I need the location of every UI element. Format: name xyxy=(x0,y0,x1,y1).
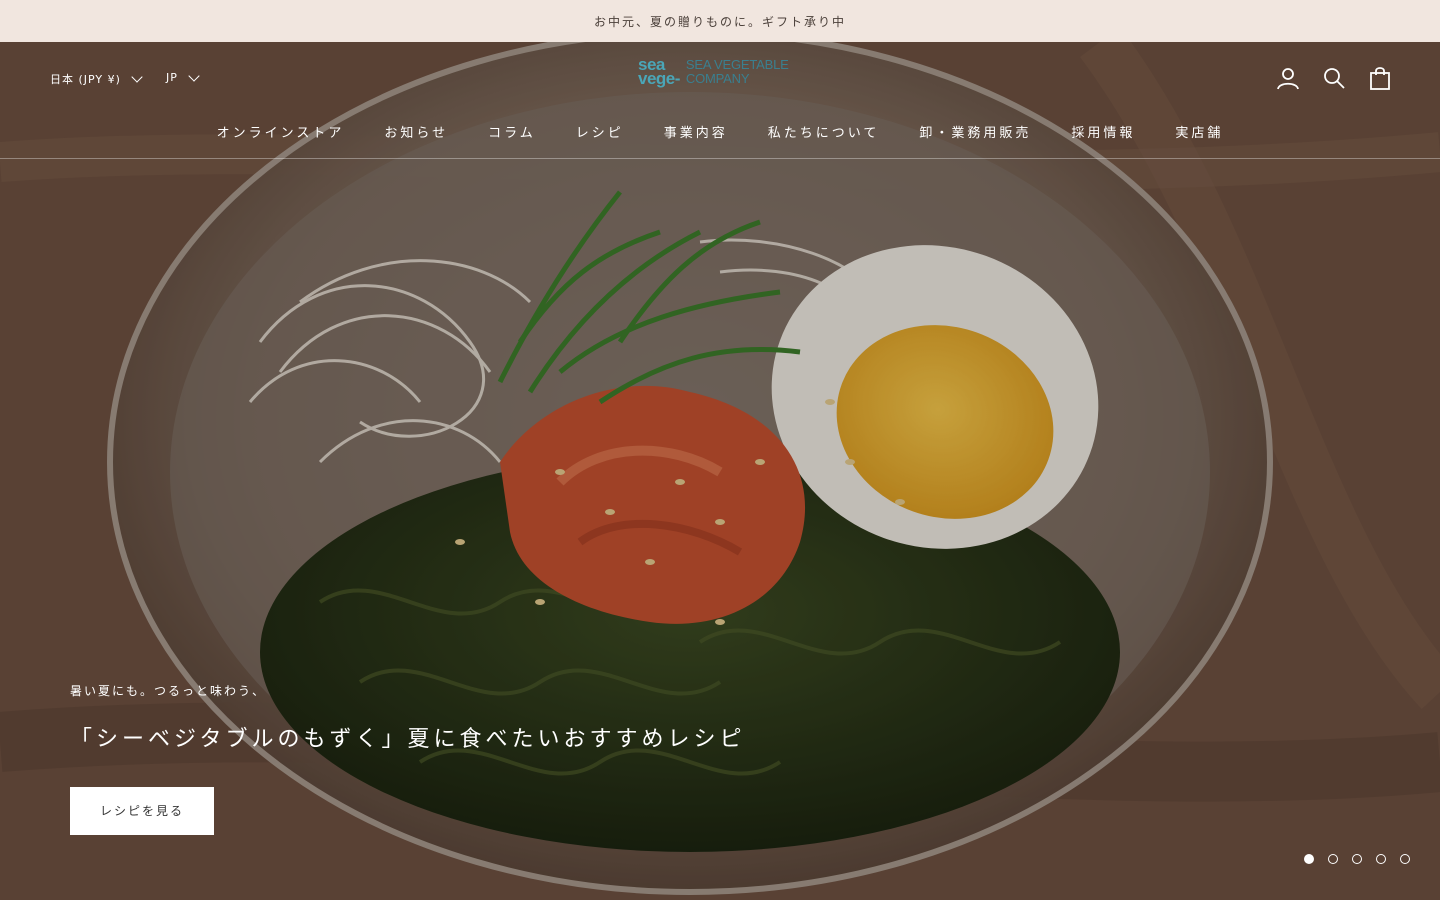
announcement-text: お中元、夏の贈りものに。ギフト承り中 xyxy=(593,14,846,29)
account-icon[interactable] xyxy=(1276,66,1300,90)
nav-item-recipes[interactable]: レシピ xyxy=(556,122,644,141)
header-icons xyxy=(1276,66,1392,90)
currency-label: 日本 (JPY ¥) xyxy=(50,73,121,86)
nav-item-about[interactable]: 私たちについて xyxy=(748,122,900,141)
nav-item-wholesale[interactable]: 卸・業務用販売 xyxy=(899,122,1051,141)
main-nav: オンラインストア お知らせ コラム レシピ 事業内容 私たちについて 卸・業務用… xyxy=(0,122,1440,141)
nav-item-careers[interactable]: 採用情報 xyxy=(1051,122,1155,141)
announcement-bar: お中元、夏の贈りものに。ギフト承り中 xyxy=(0,0,1440,42)
hero-subtitle: 暑い夏にも。つるっと味わう、 xyxy=(70,684,267,698)
language-selector[interactable]: JP xyxy=(166,69,200,84)
hero-caption: 暑い夏にも。つるっと味わう、 「シーベジタブルのもずく」夏に食べたいおすすめレシ… xyxy=(70,682,746,835)
slide-dot[interactable] xyxy=(1400,854,1410,864)
nav-item-column[interactable]: コラム xyxy=(468,122,556,141)
language-label: JP xyxy=(166,71,178,84)
logo-wordmark: SEA VEGETABLE COMPANY xyxy=(685,57,789,86)
currency-selector[interactable]: 日本 (JPY ¥) xyxy=(50,71,143,87)
slide-dot[interactable] xyxy=(1328,854,1338,864)
hero-title: 「シーベジタブルのもずく」夏に食べたいおすすめレシピ xyxy=(70,727,746,752)
header-divider xyxy=(0,158,1440,159)
search-icon[interactable] xyxy=(1322,66,1346,90)
nav-item-news[interactable]: お知らせ xyxy=(364,122,468,141)
site-header: 日本 (JPY ¥) JP sea vege- SEA VEGETABLE CO… xyxy=(0,42,1440,159)
slide-dot[interactable] xyxy=(1352,854,1362,864)
nav-item-online-store[interactable]: オンラインストア xyxy=(197,122,365,141)
nav-item-business[interactable]: 事業内容 xyxy=(644,122,748,141)
logo-mark: sea vege- xyxy=(638,55,680,88)
nav-item-stores[interactable]: 実店舗 xyxy=(1155,122,1243,141)
slide-dot[interactable] xyxy=(1376,854,1386,864)
chevron-down-icon xyxy=(188,69,200,82)
slide-dot[interactable] xyxy=(1304,854,1314,864)
chevron-down-icon xyxy=(131,71,143,83)
slide-pagination xyxy=(1304,854,1410,864)
logo[interactable]: sea vege- SEA VEGETABLE COMPANY xyxy=(638,55,789,88)
view-recipe-button[interactable]: レシピを見る xyxy=(70,787,214,835)
cart-icon[interactable] xyxy=(1368,66,1392,90)
